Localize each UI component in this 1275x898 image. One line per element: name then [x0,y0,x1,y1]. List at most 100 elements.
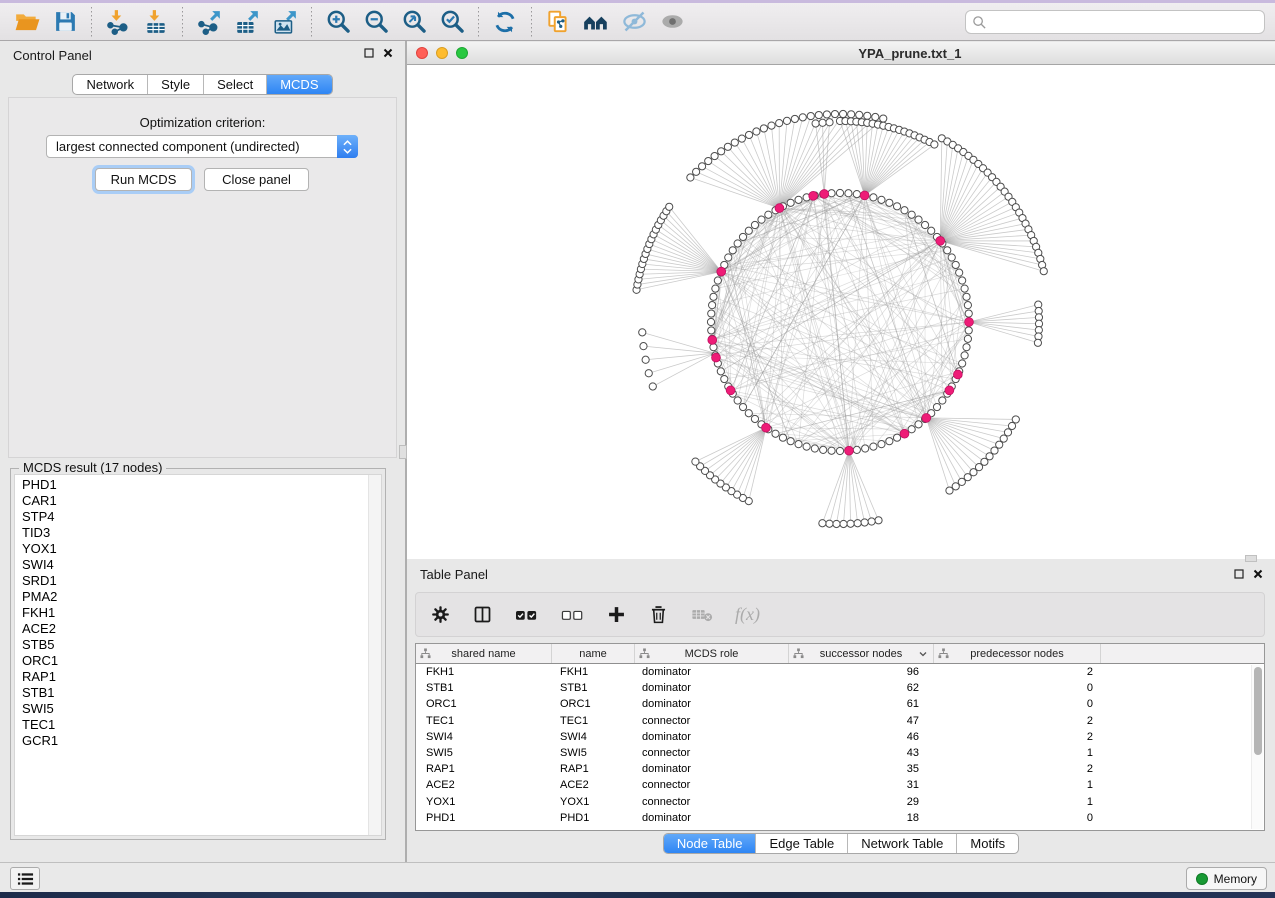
task-history-button[interactable] [10,867,40,890]
table-scrollbar-thumb[interactable] [1254,667,1262,755]
cell-predecessor-nodes: 2 [934,713,1101,729]
table-row[interactable]: ORC1ORC1dominator610 [416,696,1264,712]
tab-edge-table[interactable]: Edge Table [756,834,848,853]
horizontal-splitter-handle[interactable] [1245,555,1257,562]
table-row[interactable]: FKH1FKH1dominator962 [416,664,1264,680]
cell-name: STB1 [552,680,635,696]
mcds-result-item[interactable]: GCR1 [15,733,381,749]
column-header-MCDS-role[interactable]: MCDS role [635,644,789,663]
import-network-button[interactable] [101,6,135,38]
close-panel-action-button[interactable]: Close panel [204,168,309,191]
mcds-result-item[interactable]: STP4 [15,509,381,525]
network-canvas[interactable] [407,65,1275,559]
tab-network[interactable]: Network [73,75,148,94]
close-panel-button[interactable] [383,48,393,58]
cell-shared-name: PHD1 [416,810,552,826]
criterion-dropdown[interactable]: largest connected component (undirected) [46,135,358,158]
sort-desc-icon [918,649,928,659]
mcds-result-item[interactable]: SWI5 [15,701,381,717]
table-row[interactable]: SWI5SWI5connector431 [416,745,1264,761]
mcds-result-item[interactable]: SRD1 [15,573,381,589]
cell-name: YOX1 [552,794,635,810]
float-panel-button[interactable] [364,48,374,58]
mcds-result-item[interactable]: ORC1 [15,653,381,669]
column-header-name[interactable]: name [552,644,635,663]
float-panel-button[interactable] [1234,569,1244,579]
status-bar: Memory [0,862,1275,892]
table-row[interactable]: SWI4SWI4dominator462 [416,729,1264,745]
show-all-button[interactable] [655,6,689,38]
zoom-selected-button[interactable] [435,6,469,38]
mcds-result-item[interactable]: ACE2 [15,621,381,637]
vertical-splitter-handle[interactable] [399,445,407,459]
column-header-shared-name[interactable]: shared name [416,644,552,663]
mcds-result-item[interactable]: TID3 [15,525,381,541]
select-all-columns-button checked-boxes-icon[interactable] [514,604,539,625]
mcds-result-item[interactable]: TEC1 [15,717,381,733]
tab-motifs[interactable]: Motifs [957,834,1018,853]
table-tabs: Node TableEdge TableNetwork TableMotifs [663,833,1019,854]
mcds-result-item[interactable]: YOX1 [15,541,381,557]
first-neighbors-button[interactable] [579,6,613,38]
mcds-result-item[interactable]: FKH1 [15,605,381,621]
delete-table-button table-delete-icon[interactable] [690,604,714,625]
search-field[interactable] [965,10,1265,34]
column-header-predecessor-nodes[interactable]: predecessor nodes [934,644,1101,663]
memory-button[interactable]: Memory [1186,867,1267,890]
table-row[interactable]: RAP1RAP1dominator352 [416,761,1264,777]
window-maximize-button[interactable] [456,47,468,59]
table-scrollbar[interactable] [1251,665,1263,829]
table-row[interactable]: YOX1YOX1connector291 [416,794,1264,810]
mcds-result-item[interactable]: SWI4 [15,557,381,573]
tab-select[interactable]: Select [204,75,267,94]
search-input[interactable] [990,12,1258,32]
table-row[interactable]: TEC1TEC1connector472 [416,713,1264,729]
mcds-result-list[interactable]: PHD1CAR1STP4TID3YOX1SWI4SRD1PMA2FKH1ACE2… [14,474,382,836]
function-builder-button fx-icon[interactable]: f(x) [735,604,760,625]
mcds-result-item[interactable]: STB5 [15,637,381,653]
window-minimize-button[interactable] [436,47,448,59]
zoom-out-button[interactable] [359,6,393,38]
mcds-list-scrollbar[interactable] [368,475,381,835]
table-settings-button gear-icon[interactable] [430,604,451,625]
delete-column-button trash-icon[interactable] [648,604,669,625]
column-header-successor-nodes[interactable]: successor nodes [789,644,934,663]
export-table-button[interactable] [230,6,264,38]
run-mcds-button[interactable]: Run MCDS [95,168,192,191]
application-window: Control Panel NetworkStyleSelectMCDS Opt… [0,0,1275,898]
deselect-all-columns-button unchecked-boxes-icon[interactable] [560,604,585,625]
tab-mcds[interactable]: MCDS [267,75,331,94]
window-close-button[interactable] [416,47,428,59]
show-columns-button columns-icon[interactable] [472,604,493,625]
network-window-titlebar[interactable]: YPA_prune.txt_1 [407,42,1275,65]
create-column-button plus-icon[interactable] [606,604,627,625]
hide-selected-button[interactable] [617,6,651,38]
search-icon [972,15,987,30]
first-neighbors-icon [582,8,610,36]
import-network-icon [105,9,131,35]
tab-network-table[interactable]: Network Table [848,834,957,853]
tab-node-table[interactable]: Node Table [664,834,757,853]
import-table-button[interactable] [139,6,173,38]
mcds-result-item[interactable]: PHD1 [15,477,381,493]
zoom-fit-button[interactable] [397,6,431,38]
table-row[interactable]: STB1STB1dominator620 [416,680,1264,696]
export-network-button[interactable] [192,6,226,38]
save-session-button[interactable] [48,6,82,38]
export-image-button[interactable] [268,6,302,38]
duplicate-network-button[interactable] [541,6,575,38]
table-row[interactable]: ACE2ACE2connector311 [416,777,1264,793]
mcds-result-item[interactable]: PMA2 [15,589,381,605]
control-panel-title: Control Panel [13,48,92,63]
mcds-result-item[interactable]: RAP1 [15,669,381,685]
close-panel-button[interactable] [1253,569,1263,579]
tab-style[interactable]: Style [148,75,204,94]
refresh-button[interactable] [488,6,522,38]
table-row[interactable]: PHD1PHD1dominator180 [416,810,1264,826]
mcds-result-item[interactable]: STB1 [15,685,381,701]
cell-name: TEC1 [552,713,635,729]
zoom-in-button[interactable] [321,6,355,38]
open-file-button[interactable] [10,6,44,38]
cell-successor-nodes: 43 [789,745,934,761]
mcds-result-item[interactable]: CAR1 [15,493,381,509]
